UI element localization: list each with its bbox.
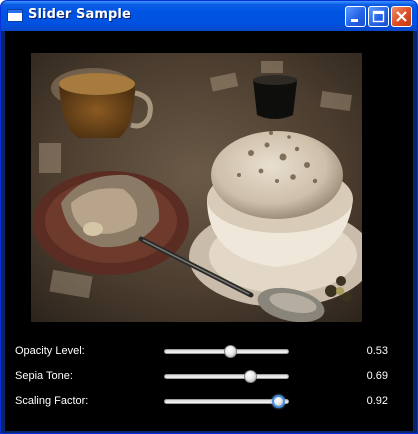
application-window: Slider Sample Opacity Level: 0.53 Sepia … <box>0 0 418 434</box>
window-title: Slider Sample <box>28 7 131 22</box>
sepia-tone-value: 0.69 <box>366 370 388 382</box>
slider-row-sepia: Sepia Tone: 0.69 <box>5 368 413 384</box>
title-bar[interactable]: Slider Sample <box>1 1 417 31</box>
scaling-factor-label: Scaling Factor: <box>15 395 89 407</box>
maximize-icon <box>372 10 385 23</box>
minimize-button[interactable] <box>345 6 366 27</box>
app-window-icon <box>7 9 23 22</box>
sepia-tone-label: Sepia Tone: <box>15 370 73 382</box>
opacity-level-slider[interactable] <box>164 345 289 358</box>
client-area: Opacity Level: 0.53 Sepia Tone: 0.69 Sca… <box>5 31 413 431</box>
maximize-button[interactable] <box>368 6 389 27</box>
minimize-icon <box>351 19 358 22</box>
opacity-level-label: Opacity Level: <box>15 345 85 357</box>
opacity-level-slider-thumb[interactable] <box>224 345 238 358</box>
close-icon <box>396 11 407 22</box>
opacity-level-value: 0.53 <box>366 345 388 357</box>
scaling-factor-value: 0.92 <box>366 395 388 407</box>
scaling-factor-slider[interactable] <box>164 395 289 408</box>
scaling-factor-slider-thumb[interactable] <box>272 395 286 408</box>
sepia-tone-slider-thumb[interactable] <box>243 370 257 383</box>
slider-row-opacity: Opacity Level: 0.53 <box>5 343 413 359</box>
sepia-tone-slider[interactable] <box>164 370 289 383</box>
photo-image <box>31 53 362 322</box>
close-button[interactable] <box>391 6 412 27</box>
slider-row-scaling: Scaling Factor: 0.92 <box>5 393 413 409</box>
